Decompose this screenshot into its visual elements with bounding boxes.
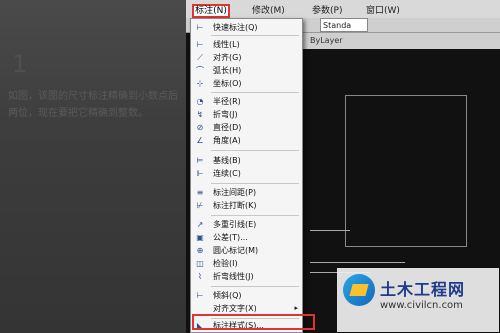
drawing-line	[310, 262, 405, 263]
menu-item-arc-length[interactable]: ⌒ 弧长(H)	[191, 65, 302, 76]
menu-item-baseline[interactable]: ⊨ 基线(B)	[191, 155, 302, 166]
layer-select[interactable]: ByLayer	[310, 36, 343, 45]
menu-item-jogged[interactable]: ↯ 折弯(J)	[191, 109, 302, 120]
tutorial-panel: 1 如图，该图的尺寸标注精确到小数点后两位，现在要把它精确到整数。	[0, 0, 186, 333]
menu-item-multileader[interactable]: ↗ 多重引线(E)	[191, 219, 302, 230]
menu-item-inspect[interactable]: ◫ 检验(I)	[191, 258, 302, 269]
menu-separator	[211, 35, 299, 36]
menu-item-diameter[interactable]: ⊘ 直径(D)	[191, 122, 302, 133]
menu-item-oblique[interactable]: ⊢ 倾斜(Q)	[191, 290, 302, 301]
diameter-icon: ⊘	[196, 123, 204, 132]
menu-item-dim-break[interactable]: ⊬ 标注打断(K)	[191, 200, 302, 211]
menu-item-radius[interactable]: ◔ 半径(R)	[191, 96, 302, 107]
menu-item-jogged-linear[interactable]: ⌇ 折弯线性(J)	[191, 271, 302, 282]
dim-break-icon: ⊬	[196, 201, 204, 210]
angular-icon: ∠	[196, 136, 204, 145]
drawing-frame	[345, 95, 467, 247]
multileader-icon: ↗	[196, 220, 204, 229]
continue-icon: ⊩	[196, 169, 204, 178]
align-text-icon	[195, 304, 205, 313]
step-description: 如图，该图的尺寸标注精确到小数点后两位，现在要把它精确到整数。	[8, 91, 178, 119]
menu-item-linear[interactable]: ⊢ 线性(L)	[191, 39, 302, 50]
radius-icon: ◔	[196, 97, 204, 106]
jogged-linear-icon: ⌇	[198, 272, 202, 281]
center-mark-icon: ⊕	[196, 246, 204, 255]
civilcn-logo-icon	[343, 274, 375, 306]
menu-modify[interactable]: 修改(M)	[252, 3, 285, 16]
menu-item-aligned[interactable]: ⟋ 对齐(G)	[191, 52, 302, 63]
oblique-icon: ⊢	[196, 291, 204, 300]
dim-space-icon: ≡	[196, 188, 204, 197]
tolerance-icon: ▣	[196, 233, 204, 242]
ordinate-icon: ⊹	[196, 79, 204, 88]
dimension-dropdown-menu: ⊢ 快速标注(Q) ⊢ 线性(L) ⟋ 对齐(G) ⌒ 弧长(H) ⊹ 坐标(O…	[190, 18, 303, 333]
menu-item-continue[interactable]: ⊩ 连续(C)	[191, 168, 302, 179]
step-number: 1	[12, 50, 28, 78]
inspect-icon: ◫	[196, 259, 204, 268]
menu-item-dim-space[interactable]: ≡ 标注间距(P)	[191, 187, 302, 198]
menu-item-angular[interactable]: ∠ 角度(A)	[191, 135, 302, 146]
dim-style-highlight	[192, 314, 315, 330]
aligned-icon: ⟋	[197, 53, 203, 62]
jogged-icon: ↯	[196, 110, 204, 119]
menu-window[interactable]: 窗口(W)	[366, 3, 400, 16]
menu-separator	[211, 183, 299, 184]
menu-params[interactable]: 参数(P)	[312, 3, 342, 16]
menu-item-center-mark[interactable]: ⊕ 圆心标记(M)	[191, 245, 302, 256]
linear-icon: ⊢	[196, 40, 204, 49]
watermark-url: www.civilcn.com	[380, 300, 463, 311]
menu-separator	[211, 150, 299, 151]
submenu-arrow-icon: ▸	[294, 304, 298, 312]
arc-length-icon: ⌒	[196, 66, 204, 75]
standard-style-select[interactable]: Standa	[320, 18, 368, 32]
menu-bar: 修改(M) 参数(P) 窗口(W)	[186, 0, 500, 19]
menu-item-align-text[interactable]: 对齐文字(X) ▸	[191, 303, 302, 314]
drawing-line	[310, 230, 350, 231]
menu-separator	[211, 286, 299, 287]
menu-item-ordinate[interactable]: ⊹ 坐标(O)	[191, 78, 302, 89]
watermark-name: 土木工程网	[380, 280, 466, 299]
menu-separator	[211, 215, 299, 216]
menu-item-tolerance[interactable]: ▣ 公差(T)...	[191, 232, 302, 243]
menu-separator	[211, 92, 299, 93]
baseline-icon: ⊨	[196, 156, 204, 165]
menu-item-quick-dim[interactable]: ⊢ 快速标注(Q)	[191, 22, 302, 33]
menu-dimension[interactable]: 标注(N)	[192, 4, 230, 18]
quick-dim-icon: ⊢	[196, 23, 204, 32]
